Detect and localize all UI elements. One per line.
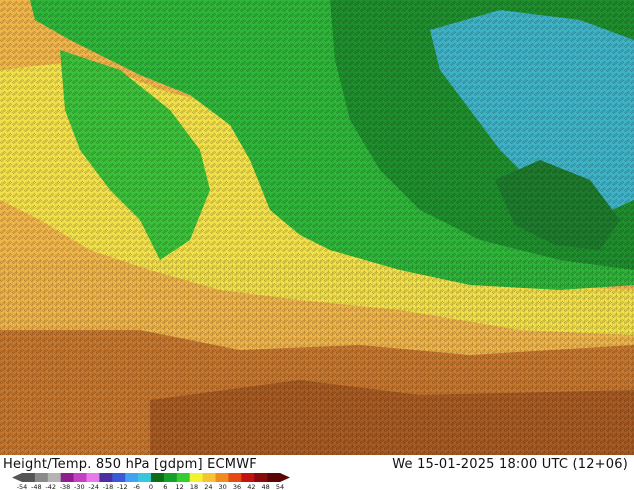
legend-swatch [60, 473, 74, 482]
legend-swatch [34, 473, 49, 482]
legend-tick-label: 0 [149, 483, 153, 490]
legend-swatch [241, 473, 255, 482]
legend-swatch [176, 473, 190, 482]
legend-tick-label: 54 [276, 483, 284, 490]
legend-tick-label: 30 [219, 483, 227, 490]
legend-tick-label: -12 [117, 483, 128, 490]
legend-swatch [163, 473, 178, 482]
legend-tick-label: -42 [45, 483, 56, 490]
legend-swatch [125, 473, 139, 482]
color-scale-legend: -54 -48 -42 -38 -30 -24 -18 -12 -6 0 6 12 18 24 30 36 42… [12, 473, 290, 490]
legend-tick-label: 12 [176, 483, 184, 490]
legend-swatch [215, 473, 229, 482]
legend-tick-label: 24 [204, 483, 212, 490]
legend-swatch [151, 473, 165, 482]
map-title: Height/Temp. 850 hPa [gdpm] ECMWF [3, 457, 257, 472]
legend-tick-label: -48 [31, 483, 42, 490]
legend-tick-label: -6 [133, 483, 139, 490]
legend-swatch [86, 473, 100, 482]
legend-tick-label: -18 [103, 483, 114, 490]
legend-swatch [254, 473, 268, 482]
legend-swatch [22, 473, 36, 482]
legend-tick-label: 18 [190, 483, 198, 490]
legend-swatch [202, 473, 216, 482]
legend-swatch [228, 473, 242, 482]
legend-tick-label: 48 [262, 483, 270, 490]
map-footer: Height/Temp. 850 hPa [gdpm] ECMWF We 15-… [0, 455, 634, 490]
legend-tick-label: 36 [233, 483, 241, 490]
legend-swatch [138, 473, 152, 482]
legend-swatch [47, 473, 61, 482]
legend-swatch [73, 473, 87, 482]
legend-swatch [189, 473, 203, 482]
legend-tick-label: -24 [88, 483, 99, 490]
temperature-map [0, 0, 634, 455]
legend-swatch [267, 473, 281, 482]
valid-time: We 15-01-2025 18:00 UTC (12+06) [392, 457, 628, 472]
legend-tick-label: -54 [17, 483, 28, 490]
legend-arrow-high [280, 473, 290, 482]
legend-swatch [99, 473, 113, 482]
wind-barbs-overlay-south [0, 260, 634, 455]
legend-tick-label: -38 [60, 483, 71, 490]
legend-arrow-low [12, 473, 22, 482]
legend-tick-label: 42 [247, 483, 255, 490]
legend-swatch [112, 473, 126, 482]
map-viewer: Height/Temp. 850 hPa [gdpm] ECMWF We 15-… [0, 0, 634, 490]
legend-tick-label: -30 [74, 483, 85, 490]
legend-tick-label: 6 [163, 483, 167, 490]
